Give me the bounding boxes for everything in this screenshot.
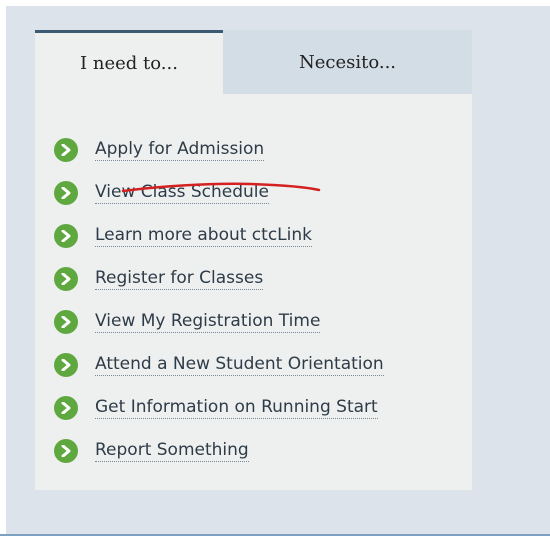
chevron-right-circle-icon (54, 352, 78, 377)
chevron-right-circle-icon (54, 395, 78, 420)
chevron-right-circle-icon (54, 137, 78, 162)
link-apply-for-admission[interactable]: Apply for Admission (54, 128, 384, 171)
chevron-right-circle-icon (54, 223, 78, 248)
link-learn-more-about-ctclink[interactable]: Learn more about ctcLink (54, 214, 384, 257)
link-view-my-registration-time[interactable]: View My Registration Time (54, 300, 384, 343)
link-label: Attend a New Student Orientation (95, 354, 384, 376)
language-tabs: I need to... Necesito... (35, 30, 472, 94)
chevron-right-circle-icon (54, 266, 78, 291)
link-running-start-information[interactable]: Get Information on Running Start (54, 386, 384, 429)
link-attend-new-student-orientation[interactable]: Attend a New Student Orientation (54, 343, 384, 386)
link-register-for-classes[interactable]: Register for Classes (54, 257, 384, 300)
tab-i-need-to[interactable]: I need to... (35, 30, 223, 94)
link-label: Learn more about ctcLink (95, 225, 312, 247)
red-underline-annotation (121, 182, 321, 193)
chevron-right-circle-icon (54, 438, 78, 463)
tab-label: I need to... (80, 53, 178, 74)
link-label: View My Registration Time (95, 311, 321, 333)
link-label: Report Something (95, 440, 249, 462)
tab-label: Necesito... (298, 51, 397, 73)
chevron-right-circle-icon (54, 180, 78, 205)
link-label: Register for Classes (95, 268, 264, 290)
page-bottom-border (0, 534, 550, 536)
chevron-right-circle-icon (54, 309, 78, 334)
tab-necesito[interactable]: Necesito... (223, 30, 472, 94)
quick-links-panel: I need to... Necesito... Apply for Admis… (35, 30, 472, 490)
link-report-something[interactable]: Report Something (54, 429, 384, 472)
link-label: Apply for Admission (95, 139, 265, 161)
link-label: Get Information on Running Start (95, 397, 378, 419)
